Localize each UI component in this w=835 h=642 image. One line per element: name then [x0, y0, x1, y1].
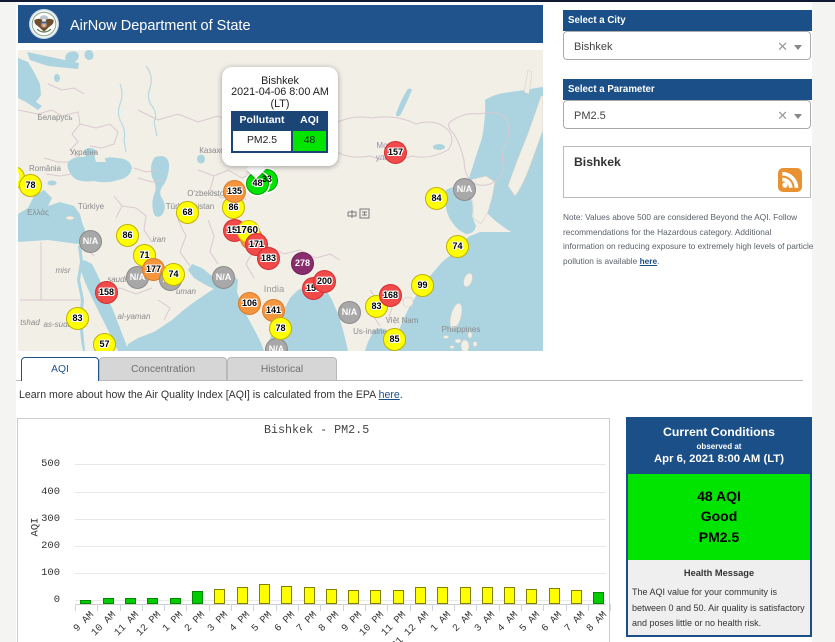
svg-text:Us-inalne: Us-inalne: [353, 327, 387, 336]
svg-text:tshad: tshad: [20, 318, 40, 327]
svg-text:Việt Nam: Việt Nam: [386, 316, 419, 325]
svg-text:al-yaman: al-yaman: [118, 312, 151, 321]
svg-text:iran: iran: [152, 235, 166, 244]
svg-text:uman: uman: [176, 287, 197, 296]
svg-text:misr: misr: [55, 266, 70, 275]
svg-text:India: India: [264, 284, 285, 295]
svg-text:Philippines: Philippines: [442, 325, 481, 334]
svg-text:Беларусь: Беларусь: [38, 113, 73, 122]
svg-text:Україна: Україна: [70, 148, 99, 157]
svg-text:Türkiye: Türkiye: [78, 202, 105, 211]
svg-text:România: România: [29, 164, 62, 173]
svg-text:Ελλάς: Ελλάς: [27, 208, 49, 217]
